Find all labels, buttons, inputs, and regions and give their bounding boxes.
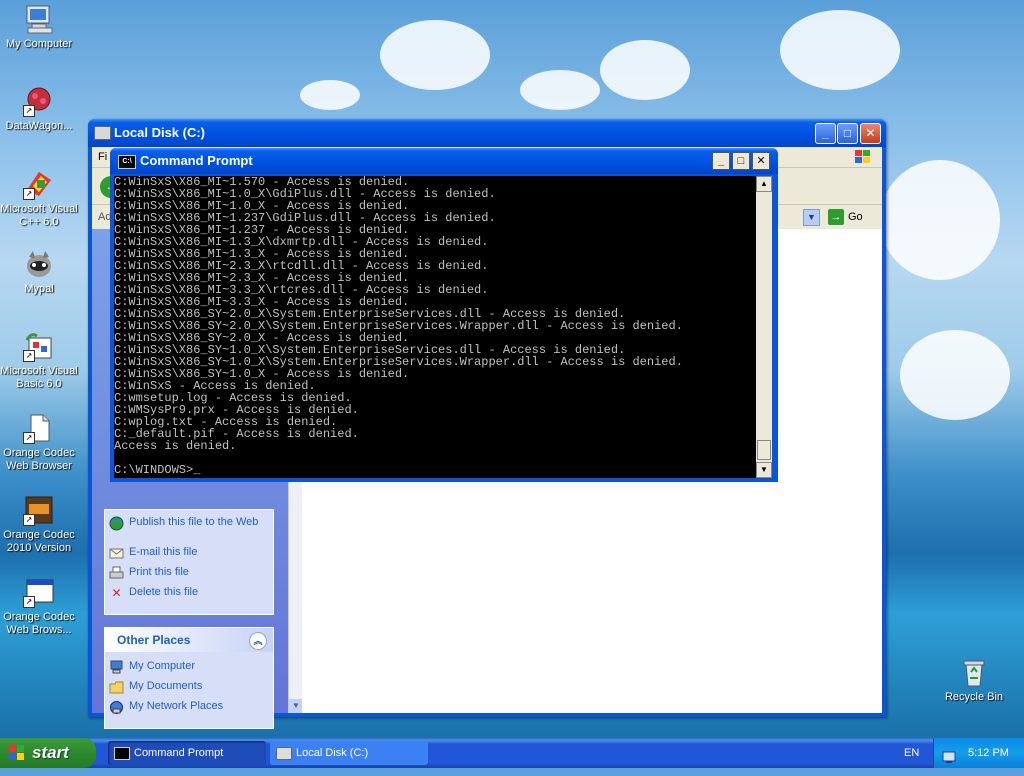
desktop-icon-recycle-bin[interactable]: Recycle Bin — [934, 656, 1014, 704]
desktop-icon-label: Recycle Bin — [944, 691, 1004, 703]
cloud — [520, 70, 600, 110]
cmd-minimize-button[interactable]: _ — [712, 152, 730, 170]
console-output[interactable]: C:WinSxS\X86_MI~1.570 - Access is denied… — [114, 176, 756, 478]
network-icon — [109, 700, 124, 715]
print-file-link[interactable]: Print this file — [105, 566, 273, 586]
window-app-icon: ↗ — [23, 576, 55, 608]
desktop-icon-label: Mypal — [24, 283, 54, 295]
scroll-down-arrow[interactable]: ▼ — [756, 462, 772, 478]
cloud — [900, 330, 1010, 420]
cmd-titlebar[interactable]: C:\ Command Prompt _ □ ✕ — [110, 148, 778, 174]
shortcut-arrow-icon: ↗ — [23, 188, 35, 200]
drive-icon — [94, 126, 111, 140]
desktop-icon-datawagon[interactable]: ↗ DataWagon... — [0, 85, 79, 133]
computer-icon — [109, 660, 124, 675]
desktop-icon-label: DataWagon... — [5, 120, 73, 132]
printer-icon — [109, 566, 124, 581]
desktop-icon-orange-codec-2010[interactable]: ↗ Orange Codec 2010 Version — [0, 494, 79, 555]
menu-file[interactable]: Fi — [98, 151, 107, 163]
cmd-title: Command Prompt — [140, 153, 253, 168]
email-icon — [109, 546, 124, 561]
recycle-bin-icon — [958, 656, 990, 688]
start-button[interactable]: start — [0, 738, 96, 768]
cloud — [300, 80, 360, 110]
desktop-icon-my-computer[interactable]: My Computer — [0, 3, 79, 51]
tray-network-icon[interactable] — [942, 746, 956, 763]
address-dropdown-button[interactable]: ▼ — [803, 209, 820, 226]
my-network-places-link[interactable]: My Network Places — [105, 700, 273, 720]
datawagon-icon: ↗ — [23, 85, 55, 117]
visual-cpp-icon: ↗ — [23, 168, 55, 200]
taskbar: start Command Prompt Local Disk (C:) EN … — [0, 738, 1024, 768]
folder-icon — [109, 680, 124, 695]
scroll-thumb[interactable] — [757, 440, 771, 460]
desktop-icon-orange-codec-web-browser[interactable]: ↗ Orange Codec Web Browser — [0, 412, 79, 473]
explorer-title: Local Disk (C:) — [114, 125, 206, 140]
shortcut-arrow-icon: ↗ — [23, 105, 35, 117]
cmd-close-button[interactable]: ✕ — [752, 152, 770, 170]
email-file-link[interactable]: E-mail this file — [105, 546, 273, 566]
desktop-icon-label: Orange Codec Web Brows... — [3, 611, 75, 636]
desktop-icon-label: Orange Codec Web Browser — [3, 447, 75, 472]
other-places-header[interactable]: Other Places ︽ — [105, 628, 273, 652]
cmd-icon: C:\ — [118, 155, 136, 169]
desktop-icon-label: My Computer — [5, 38, 73, 50]
globe-icon — [109, 516, 124, 531]
cmd-maximize-button[interactable]: □ — [732, 152, 750, 170]
taskbar-item-command-prompt[interactable]: Command Prompt — [108, 741, 266, 765]
orange-codec-icon: ↗ — [23, 494, 55, 526]
desktop-icon-label: Orange Codec 2010 Version — [3, 529, 75, 554]
maximize-button[interactable]: □ — [837, 123, 858, 144]
go-arrow-icon: → — [828, 209, 844, 226]
delete-icon: ✕ — [111, 586, 122, 600]
taskbar-item-local-disk[interactable]: Local Disk (C:) — [270, 741, 428, 765]
my-computer-link[interactable]: My Computer — [105, 660, 273, 680]
desktop-icon-mypal[interactable]: Mypal — [0, 248, 79, 296]
go-label: Go — [848, 211, 863, 223]
system-tray: 5:12 PM — [933, 738, 1024, 768]
other-places-box: Other Places ︽ My Computer My Documents … — [104, 627, 274, 729]
collapse-icon[interactable]: ︽ — [249, 632, 267, 650]
clock[interactable]: 5:12 PM — [968, 738, 1009, 768]
document-icon: ↗ — [23, 412, 55, 444]
desktop-icon-label: Microsoft Visual C++ 6.0 — [0, 203, 78, 228]
file-tasks-box: Publish this file to the Web E-mail this… — [104, 509, 274, 615]
windows-flag-icon — [9, 745, 24, 760]
minimize-button[interactable]: _ — [815, 123, 836, 144]
start-label: start — [32, 743, 69, 762]
desktop-icon-visual-basic[interactable]: ↗ Microsoft Visual Basic 6.0 — [0, 330, 79, 391]
go-button[interactable]: → Go — [828, 208, 872, 226]
publish-file-link[interactable]: Publish this file to the Web — [105, 516, 273, 546]
shortcut-arrow-icon: ↗ — [23, 350, 35, 362]
cloud — [380, 20, 490, 90]
shortcut-arrow-icon: ↗ — [23, 432, 35, 444]
drive-icon — [276, 747, 292, 760]
console-line: Access is denied. — [114, 439, 237, 453]
delete-file-link[interactable]: ✕ Delete this file — [105, 586, 273, 606]
console-prompt[interactable]: C:\WINDOWS>_ — [114, 464, 756, 476]
cmd-scrollbar[interactable]: ▲ ▼ — [756, 176, 772, 478]
shortcut-arrow-icon: ↗ — [23, 596, 35, 608]
command-prompt-window[interactable]: C:\ Command Prompt _ □ ✕ C:WinSxS\X86_MI… — [110, 148, 778, 482]
shortcut-arrow-icon: ↗ — [23, 514, 35, 526]
desktop-icon-orange-codec-web-brows[interactable]: ↗ Orange Codec Web Brows... — [0, 576, 79, 637]
windows-flag-icon — [855, 150, 870, 163]
cloud — [600, 40, 690, 100]
my-documents-link[interactable]: My Documents — [105, 680, 273, 700]
cloud — [880, 160, 1000, 280]
language-indicator[interactable]: EN — [904, 738, 919, 768]
desktop-icon-label: Microsoft Visual Basic 6.0 — [0, 365, 78, 390]
close-button[interactable]: ✕ — [860, 123, 881, 144]
scroll-up-arrow[interactable]: ▲ — [756, 176, 772, 192]
desktop-icon-visual-cpp[interactable]: ↗ Microsoft Visual C++ 6.0 — [0, 168, 79, 229]
mypal-icon — [23, 248, 55, 280]
cmd-icon — [114, 747, 130, 760]
visual-basic-icon: ↗ — [23, 330, 55, 362]
cloud — [780, 10, 900, 90]
explorer-titlebar[interactable]: Local Disk (C:) _ □ ✕ — [88, 119, 886, 147]
computer-icon — [23, 3, 55, 35]
scroll-down-arrow[interactable]: ▼ — [289, 699, 303, 713]
